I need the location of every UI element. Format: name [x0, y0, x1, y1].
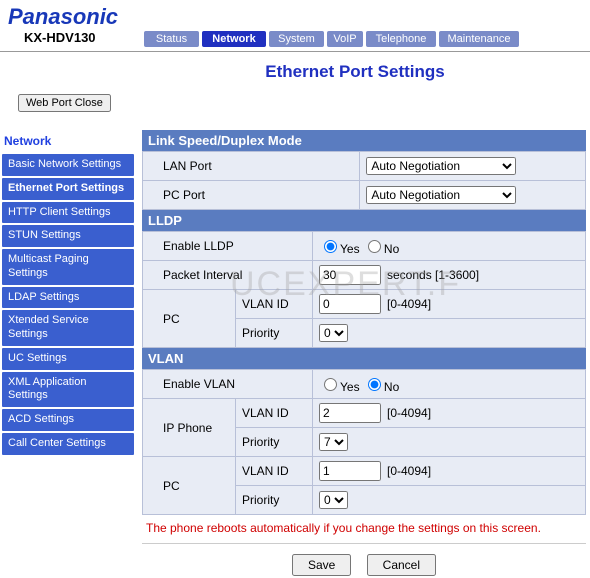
- vlan-ip-prio-label: Priority: [236, 428, 313, 457]
- vlan-pc-prio-select[interactable]: 0: [319, 491, 348, 509]
- tab-status[interactable]: Status: [144, 31, 199, 47]
- vlan-pc-vlan-input[interactable]: [319, 461, 381, 481]
- enable-vlan-no-radio[interactable]: [368, 378, 381, 391]
- reboot-warning: The phone reboots automatically if you c…: [142, 515, 586, 541]
- sidebar-item-xml-app[interactable]: XML Application Settings: [2, 372, 134, 408]
- lldp-pc-label: PC: [143, 290, 236, 348]
- save-button[interactable]: Save: [292, 554, 351, 576]
- enable-lldp-no-radio[interactable]: [368, 240, 381, 253]
- radio-yes-label: Yes: [340, 242, 360, 256]
- page-title: Ethernet Port Settings: [0, 52, 590, 88]
- vlan-ipphone-label: IP Phone: [143, 399, 236, 457]
- sidebar-item-uc[interactable]: UC Settings: [2, 348, 134, 370]
- lan-port-label: LAN Port: [143, 152, 360, 181]
- lan-port-select[interactable]: Auto Negotiation: [366, 157, 516, 175]
- tab-maintenance[interactable]: Maintenance: [439, 31, 519, 47]
- sidebar-item-ldap[interactable]: LDAP Settings: [2, 287, 134, 309]
- cancel-button[interactable]: Cancel: [367, 554, 436, 576]
- packet-interval-hint: seconds [1-3600]: [381, 268, 479, 282]
- enable-lldp-yes-radio[interactable]: [324, 240, 337, 253]
- lldp-pc-prio-select[interactable]: 0: [319, 324, 348, 342]
- pc-port-select[interactable]: Auto Negotiation: [366, 186, 516, 204]
- tab-voip[interactable]: VoIP: [327, 31, 363, 47]
- section-link-speed: Link Speed/Duplex Mode: [142, 130, 586, 151]
- enable-vlan-label: Enable VLAN: [143, 370, 313, 399]
- vlan-ip-prio-select[interactable]: 7: [319, 433, 348, 451]
- sidebar-item-ethernet-port[interactable]: Ethernet Port Settings: [2, 178, 134, 200]
- radio-no-label: No: [384, 242, 399, 256]
- sidebar-heading: Network: [2, 130, 134, 154]
- sidebar-item-stun[interactable]: STUN Settings: [2, 225, 134, 247]
- sidebar-item-multicast-paging[interactable]: Multicast Paging Settings: [2, 249, 134, 285]
- sidebar-item-acd[interactable]: ACD Settings: [2, 409, 134, 431]
- brand-logo: Panasonic: [0, 0, 590, 30]
- lldp-pc-vlan-hint: [0-4094]: [381, 297, 431, 311]
- section-vlan: VLAN: [142, 348, 586, 369]
- lldp-pc-vlan-label: VLAN ID: [236, 290, 313, 319]
- radio-yes-label: Yes: [340, 380, 360, 394]
- sidebar-item-http-client[interactable]: HTTP Client Settings: [2, 202, 134, 224]
- model-label: KX-HDV130: [4, 30, 144, 47]
- packet-interval-label: Packet Interval: [143, 261, 313, 290]
- vlan-pc-vlan-hint: [0-4094]: [381, 464, 431, 478]
- lldp-pc-vlan-input[interactable]: [319, 294, 381, 314]
- pc-port-label: PC Port: [143, 181, 360, 210]
- web-port-close-button[interactable]: Web Port Close: [18, 94, 111, 112]
- sidebar-item-call-center[interactable]: Call Center Settings: [2, 433, 134, 455]
- sidebar-item-xtended-service[interactable]: Xtended Service Settings: [2, 310, 134, 346]
- enable-vlan-yes-radio[interactable]: [324, 378, 337, 391]
- vlan-ip-vlan-hint: [0-4094]: [381, 406, 431, 420]
- tab-network[interactable]: Network: [202, 31, 266, 47]
- vlan-ip-vlan-label: VLAN ID: [236, 399, 313, 428]
- vlan-ip-vlan-input[interactable]: [319, 403, 381, 423]
- tab-telephone[interactable]: Telephone: [366, 31, 436, 47]
- section-lldp: LLDP: [142, 210, 586, 231]
- tab-system[interactable]: System: [269, 31, 324, 47]
- vlan-pc-label: PC: [143, 457, 236, 515]
- lldp-pc-prio-label: Priority: [236, 319, 313, 348]
- vlan-pc-vlan-label: VLAN ID: [236, 457, 313, 486]
- radio-no-label: No: [384, 380, 399, 394]
- vlan-pc-prio-label: Priority: [236, 486, 313, 515]
- sidebar-item-basic-network[interactable]: Basic Network Settings: [2, 154, 134, 176]
- packet-interval-input[interactable]: [319, 265, 381, 285]
- enable-lldp-label: Enable LLDP: [143, 232, 313, 261]
